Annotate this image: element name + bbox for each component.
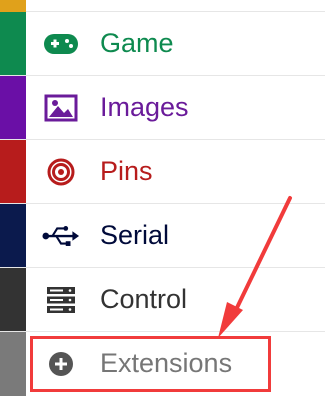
category-label: Pins bbox=[100, 155, 153, 186]
category-label: Control bbox=[100, 283, 188, 314]
category-color-stripe bbox=[0, 76, 26, 139]
category-color-stripe bbox=[0, 12, 26, 75]
category-label: Extensions bbox=[100, 347, 233, 378]
category-color-stripe bbox=[0, 332, 26, 396]
toolbox-category-list: Game Images Pins Serial Control Extensio… bbox=[0, 0, 325, 398]
target-icon bbox=[42, 155, 80, 189]
toolbox-category-serial[interactable]: Serial bbox=[0, 204, 325, 268]
toolbox-category-images[interactable]: Images bbox=[0, 76, 325, 140]
category-label: Game bbox=[100, 27, 174, 58]
toolbox-category-partial[interactable] bbox=[0, 0, 325, 12]
category-color-stripe bbox=[0, 268, 26, 331]
category-color-stripe bbox=[0, 0, 26, 12]
toolbox-category-extensions[interactable]: Extensions bbox=[0, 332, 325, 396]
server-icon bbox=[42, 283, 80, 317]
category-color-stripe bbox=[0, 140, 26, 203]
toolbox-category-control[interactable]: Control bbox=[0, 268, 325, 332]
toolbox-category-pins[interactable]: Pins bbox=[0, 140, 325, 204]
image-icon bbox=[42, 91, 80, 125]
category-color-stripe bbox=[0, 204, 26, 267]
usb-icon bbox=[42, 219, 80, 253]
category-label: Serial bbox=[100, 219, 170, 250]
plus-circle-icon bbox=[42, 347, 80, 381]
toolbox-category-game[interactable]: Game bbox=[0, 12, 325, 76]
gamepad-icon bbox=[42, 27, 80, 61]
category-label: Images bbox=[100, 91, 189, 122]
